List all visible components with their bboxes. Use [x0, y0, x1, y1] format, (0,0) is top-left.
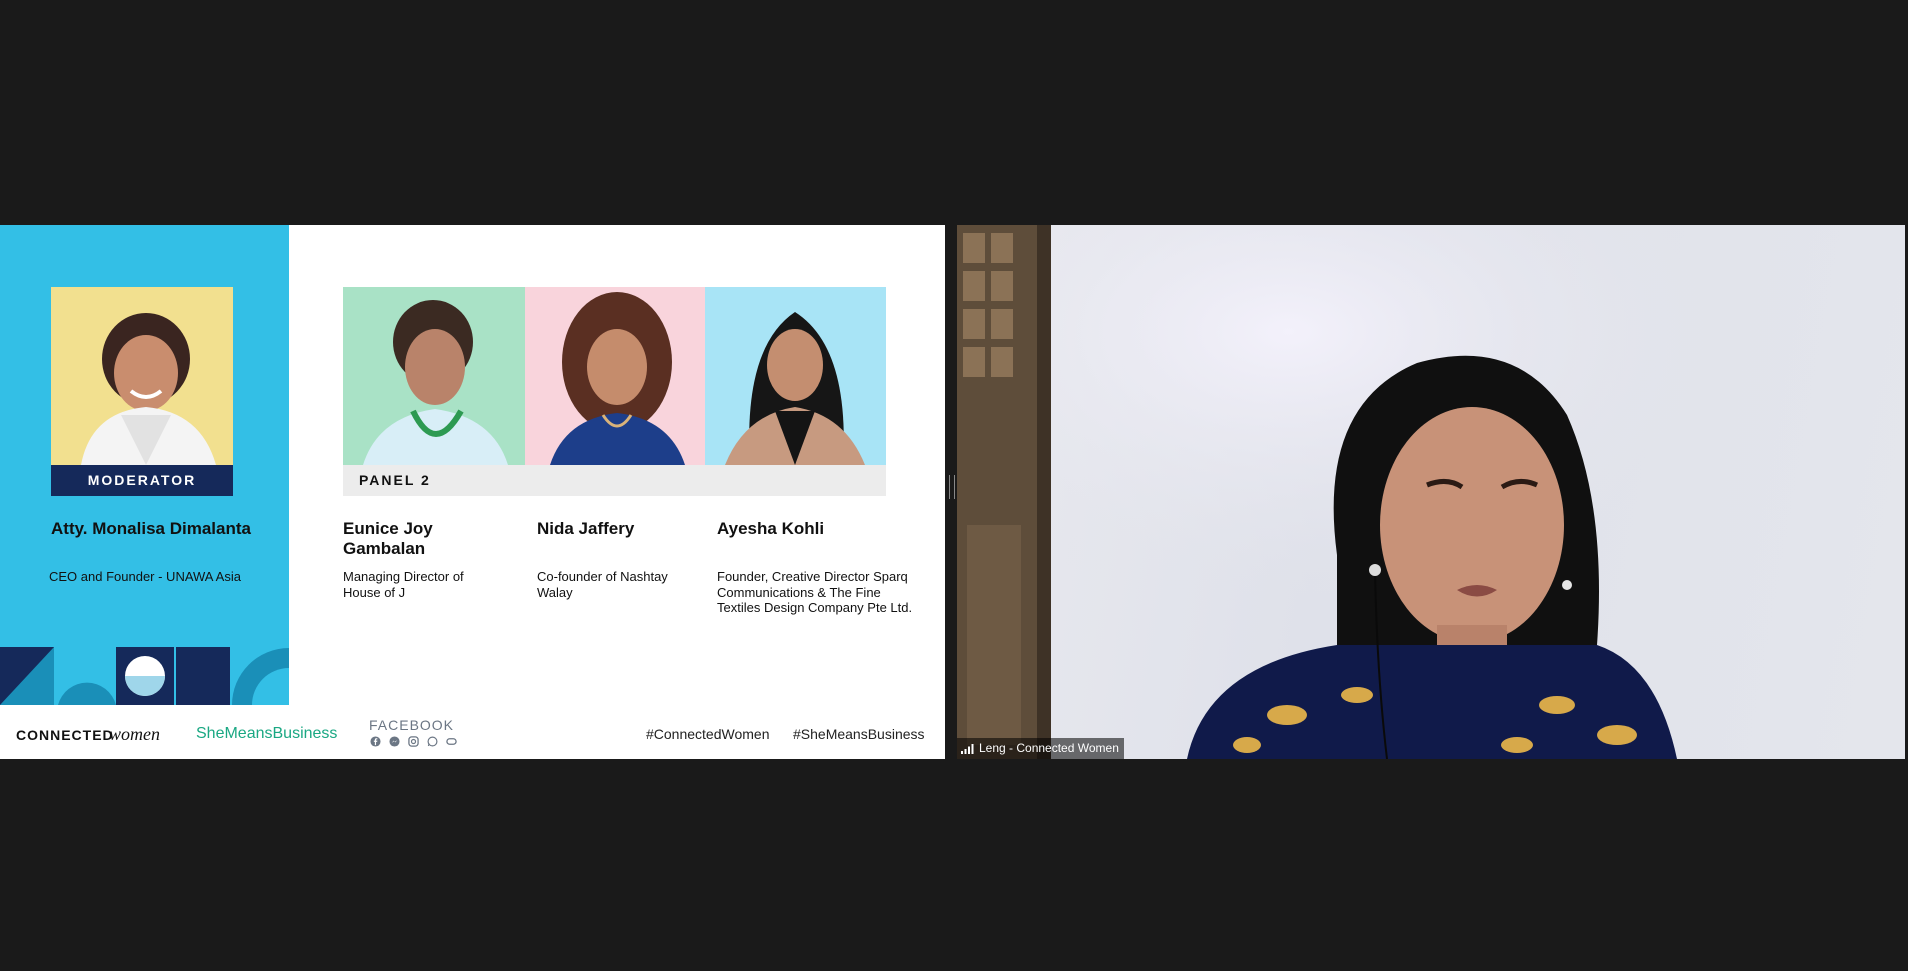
panelist-name-1: Eunice Joy Gambalan: [343, 519, 433, 558]
facebook-icon: [370, 736, 381, 747]
social-label: FACEBOOK: [369, 717, 455, 733]
panelist-role-1: Managing Director of House of J: [343, 569, 464, 600]
hashtag-she-means-business: #SheMeansBusiness: [793, 726, 925, 742]
panelist-name-2: Nida Jaffery: [537, 519, 635, 538]
shared-presentation-slide: MODERATOR Atty. Monalisa Dimalanta CEO a…: [0, 225, 945, 759]
whatsapp-icon: [427, 736, 438, 747]
split-view-divider[interactable]: [945, 225, 957, 759]
panelist-role-3: Founder, Creative Director Sparq Communi…: [717, 569, 913, 615]
panelist-photo-1: [343, 287, 525, 465]
panelist-photos: [343, 287, 886, 465]
video-feed: [957, 225, 1905, 759]
brand-logo-script: women: [109, 724, 160, 744]
panelist-name-3: Ayesha Kohli: [717, 519, 825, 538]
participant-name-tag: Leng - Connected Women: [957, 738, 1124, 759]
resize-handle-icon[interactable]: [949, 475, 955, 499]
panelist-photo-2: [525, 287, 705, 465]
geometric-pattern: [0, 645, 289, 705]
signal-strength-icon: [961, 743, 974, 754]
moderator-panel: MODERATOR Atty. Monalisa Dimalanta CEO a…: [0, 225, 289, 705]
campaign-name: SheMeansBusiness: [196, 725, 338, 742]
instagram-icon: [408, 736, 419, 747]
messenger-icon: [389, 736, 400, 747]
hashtag-connected-women: #ConnectedWomen: [646, 726, 770, 742]
panel-label: PANEL 2: [343, 465, 886, 496]
messenger-rooms-icon: [446, 738, 457, 745]
participant-name: Leng - Connected Women: [979, 741, 1119, 755]
panelist-photo-3: [705, 287, 886, 465]
social-icons: [370, 736, 457, 748]
moderator-label: MODERATOR: [51, 465, 233, 496]
participant-video-tile[interactable]: Leng - Connected Women: [957, 225, 1905, 759]
brand-logo-caps: CONNECTED: [16, 727, 114, 743]
panelist-role-2: Co-founder of Nashtay Walay: [537, 569, 668, 600]
moderator-name: Atty. Monalisa Dimalanta: [51, 519, 251, 538]
moderator-photo: [51, 287, 233, 465]
slide-footer: CONNECTED women SheMeansBusiness FACEBOO…: [0, 705, 945, 759]
moderator-role: CEO and Founder - UNAWA Asia: [49, 569, 241, 584]
